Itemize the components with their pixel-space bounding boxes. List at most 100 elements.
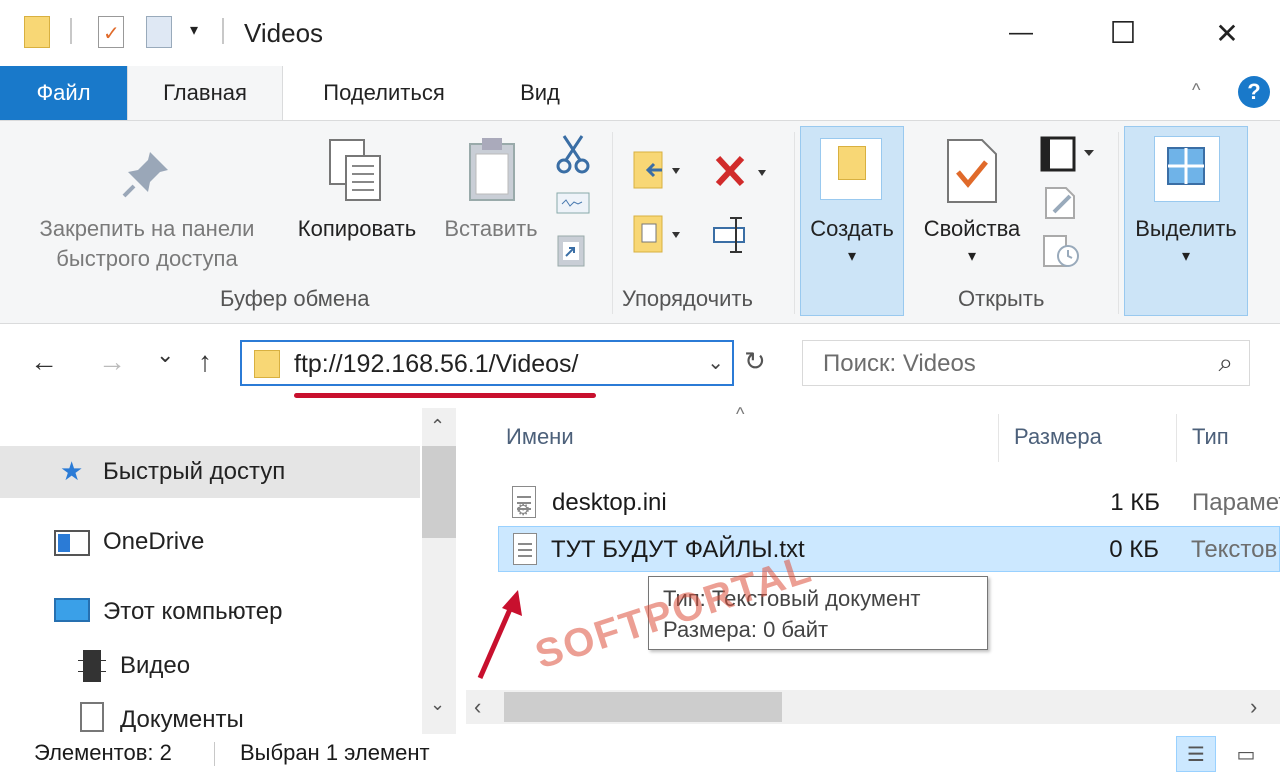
clipboard-group-label: Буфер обмена bbox=[220, 286, 370, 311]
group-separator bbox=[612, 132, 613, 314]
properties-button[interactable]: Свойства bbox=[912, 214, 1032, 244]
address-text[interactable]: ftp://192.168.56.1/Videos/ bbox=[294, 350, 579, 379]
gear-icon: ⚙ bbox=[516, 502, 531, 519]
file-size: 1 КБ bbox=[1110, 489, 1160, 516]
column-header-name[interactable]: Имени bbox=[506, 424, 574, 450]
file-type: Парамет bbox=[1192, 489, 1280, 516]
copy-to-icon[interactable] bbox=[632, 212, 684, 261]
minimize-button[interactable]: — bbox=[970, 0, 1072, 66]
nav-item-label: Видео bbox=[120, 652, 191, 679]
status-bar bbox=[0, 734, 1280, 778]
copy-button[interactable]: Копировать bbox=[282, 214, 432, 244]
search-placeholder: Поиск: Videos bbox=[823, 350, 976, 377]
search-input[interactable]: Поиск: Videos ⌕ bbox=[802, 340, 1250, 386]
new-folder-quick-access-icon[interactable] bbox=[146, 16, 172, 48]
nav-item-videos[interactable]: Видео bbox=[0, 640, 420, 692]
column-separator[interactable] bbox=[998, 414, 999, 462]
folder-icon bbox=[254, 350, 280, 378]
move-to-icon[interactable] bbox=[632, 148, 684, 197]
details-view-icon[interactable]: ☰ bbox=[1176, 736, 1216, 772]
nav-pane-scrollbar-thumb[interactable] bbox=[422, 446, 456, 538]
scroll-down-icon[interactable]: ⌄ bbox=[430, 694, 445, 715]
edit-icon[interactable] bbox=[1044, 186, 1078, 225]
history-icon[interactable] bbox=[1042, 234, 1082, 275]
quick-access-dropdown-icon[interactable]: ▾ bbox=[190, 20, 198, 40]
open-group-label: Открыть bbox=[958, 286, 1045, 311]
annotation-underline bbox=[294, 393, 596, 398]
item-count: Элементов: 2 bbox=[34, 740, 172, 765]
nav-item-quick-access[interactable]: ★ Быстрый доступ bbox=[0, 446, 420, 498]
new-folder-icon bbox=[838, 146, 866, 180]
file-size: 0 КБ bbox=[1109, 536, 1159, 563]
nav-item-this-pc[interactable]: Этот компьютер bbox=[0, 586, 420, 638]
tab-file[interactable]: Файл bbox=[0, 66, 127, 120]
column-header-size[interactable]: Размера bbox=[1014, 424, 1102, 450]
file-name: desktop.ini bbox=[552, 489, 667, 516]
ribbon-collapse-icon[interactable]: ^ bbox=[1192, 80, 1200, 101]
file-row-selected[interactable]: ТУТ БУДУТ ФАЙЛЫ.txt 0 КБ Текстов bbox=[498, 526, 1280, 572]
cut-icon[interactable] bbox=[556, 134, 590, 179]
properties-icon bbox=[946, 138, 998, 209]
folder-icon bbox=[24, 16, 50, 48]
recent-locations-icon[interactable]: ⌄ bbox=[156, 342, 174, 368]
select-button-label: Выделить bbox=[1135, 216, 1237, 241]
computer-icon bbox=[54, 598, 90, 622]
selection-count: Выбран 1 элемент bbox=[240, 740, 430, 765]
nav-item-label: Документы bbox=[120, 706, 244, 733]
tab-home[interactable]: Главная bbox=[127, 66, 283, 120]
chevron-down-icon: ▾ bbox=[1181, 248, 1191, 265]
column-header-type[interactable]: Тип bbox=[1192, 424, 1229, 450]
search-icon[interactable]: ⌕ bbox=[1218, 347, 1233, 379]
copy-icon bbox=[328, 138, 384, 209]
tab-view[interactable]: Вид bbox=[492, 66, 588, 120]
text-file-icon bbox=[513, 533, 537, 565]
pin-label-line1: Закрепить на панели bbox=[39, 216, 255, 241]
scroll-left-icon[interactable]: ‹ bbox=[474, 694, 481, 720]
open-icon[interactable] bbox=[1040, 134, 1100, 179]
help-icon[interactable]: ? bbox=[1238, 76, 1270, 108]
onedrive-icon bbox=[54, 530, 90, 556]
scroll-right-icon[interactable]: › bbox=[1250, 694, 1257, 720]
pin-quick-access-button[interactable]: Закрепить на панели быстрого доступа bbox=[18, 214, 276, 274]
toolbar-separator bbox=[70, 18, 72, 44]
paste-icon bbox=[466, 136, 518, 209]
refresh-icon[interactable]: ↻ bbox=[744, 346, 766, 377]
large-icons-view-icon[interactable]: ▭ bbox=[1226, 736, 1266, 772]
horizontal-scrollbar-thumb[interactable] bbox=[504, 692, 782, 722]
chevron-down-icon: ▾ bbox=[967, 248, 977, 265]
nav-item-label: Быстрый доступ bbox=[103, 458, 286, 485]
group-separator bbox=[1118, 132, 1119, 314]
column-separator[interactable] bbox=[1176, 414, 1177, 462]
organize-group-label: Упорядочить bbox=[622, 286, 753, 311]
sort-indicator-icon: ^ bbox=[736, 404, 745, 424]
rename-icon[interactable] bbox=[712, 214, 752, 259]
scroll-up-icon[interactable]: ⌃ bbox=[430, 416, 445, 437]
new-button-label: Создать bbox=[810, 216, 894, 241]
delete-icon[interactable] bbox=[714, 154, 770, 195]
close-button[interactable]: ✕ bbox=[1176, 0, 1278, 66]
copy-path-icon[interactable] bbox=[556, 192, 590, 219]
nav-item-documents[interactable]: Документы bbox=[0, 694, 420, 734]
properties-quick-access-icon[interactable] bbox=[98, 16, 124, 48]
select-all-icon bbox=[1166, 146, 1206, 191]
annotation-arrow-icon bbox=[470, 586, 530, 691]
documents-icon bbox=[80, 702, 104, 732]
back-arrow-icon[interactable]: ← bbox=[30, 346, 58, 378]
file-row[interactable]: ⚙ desktop.ini 1 КБ Парамет bbox=[498, 480, 1280, 526]
status-separator bbox=[214, 742, 215, 766]
nav-item-onedrive[interactable]: OneDrive bbox=[0, 516, 420, 568]
group-separator bbox=[794, 132, 795, 314]
pin-icon bbox=[120, 148, 172, 205]
maximize-button[interactable]: ☐ bbox=[1072, 0, 1174, 66]
pin-label-line2: быстрого доступа bbox=[56, 246, 238, 271]
star-icon: ★ bbox=[60, 456, 84, 486]
tab-share[interactable]: Поделиться bbox=[294, 66, 474, 120]
paste-shortcut-icon[interactable] bbox=[556, 232, 586, 273]
chevron-down-icon[interactable]: ⌄ bbox=[707, 350, 724, 375]
address-bar[interactable]: ftp://192.168.56.1/Videos/ ⌄ bbox=[240, 340, 734, 386]
forward-arrow-icon[interactable]: → bbox=[98, 346, 126, 378]
paste-button[interactable]: Вставить bbox=[436, 214, 546, 244]
file-type: Текстов bbox=[1191, 536, 1278, 563]
toolbar-separator bbox=[222, 18, 224, 44]
up-arrow-icon[interactable]: ↑ bbox=[198, 346, 212, 378]
